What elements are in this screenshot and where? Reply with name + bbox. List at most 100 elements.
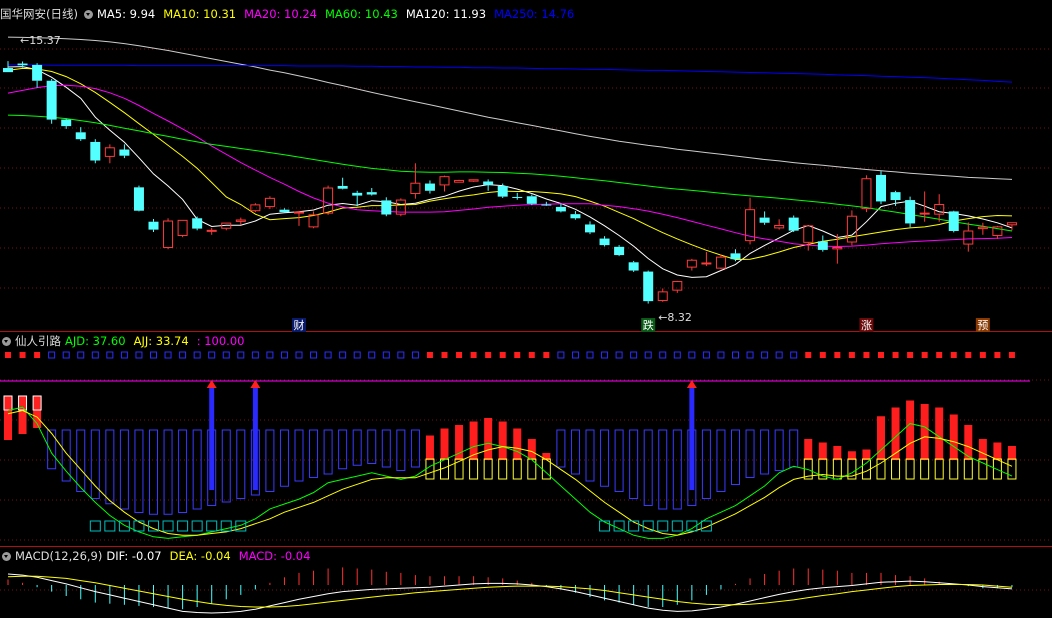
xrxl-bar xyxy=(658,429,668,510)
signal-square xyxy=(965,352,972,358)
signal-square xyxy=(775,351,783,359)
signal-square xyxy=(251,351,259,359)
candle-body xyxy=(686,259,697,268)
signal-square xyxy=(48,351,56,359)
xrxl-bar-base xyxy=(905,458,915,480)
dropdown-icon[interactable] xyxy=(2,337,11,346)
signal-square xyxy=(557,351,565,359)
ma-line-ma60 xyxy=(7,114,1013,232)
candle xyxy=(148,218,159,233)
xrxl-bar xyxy=(498,421,507,460)
xrxl-bar-base xyxy=(454,458,464,480)
xrxl-bar xyxy=(701,429,711,499)
signal-square xyxy=(543,352,550,358)
xrxl-bar xyxy=(513,428,522,460)
candle-body xyxy=(3,68,13,73)
chart-canvas[interactable]: ←15.37 ←8.32 财 跌 涨 预 xyxy=(0,0,1052,614)
candle-body xyxy=(512,196,523,198)
signal-square xyxy=(441,352,448,358)
xrxl-bar xyxy=(309,429,319,478)
candle-body xyxy=(730,253,741,260)
candle-body xyxy=(643,271,654,302)
xrxl-bar xyxy=(527,439,536,460)
candle-body xyxy=(963,230,974,245)
candle xyxy=(381,197,392,217)
candle-body xyxy=(599,238,610,246)
event-marker: 财 xyxy=(294,318,305,332)
stock-chart[interactable]: ←15.37 ←8.32 财 跌 涨 预 国华网安(日线) MA5: 9.94 MA10: 1… xyxy=(0,0,1052,614)
signal-square xyxy=(368,351,376,359)
candle xyxy=(468,179,479,182)
candle xyxy=(439,175,450,192)
signal-square xyxy=(878,352,884,358)
xrxl-bar-base xyxy=(876,458,886,480)
signal-square xyxy=(499,352,506,358)
signal-square xyxy=(456,352,463,358)
candle xyxy=(206,227,217,235)
candle-body xyxy=(497,185,508,197)
signal-square xyxy=(19,352,26,358)
signal-square xyxy=(790,351,798,359)
xrxl-bar xyxy=(614,429,624,492)
xrxl-bar-base xyxy=(425,458,435,480)
xrxl-bar xyxy=(745,429,755,478)
candle-body xyxy=(61,119,72,127)
signal-square xyxy=(630,351,638,359)
xrxl-title: 仙人引路 xyxy=(15,334,61,348)
low-price-label: ←8.32 xyxy=(658,311,692,324)
candle xyxy=(323,185,334,215)
candle xyxy=(177,219,188,238)
signal-square xyxy=(659,351,667,359)
candle xyxy=(803,225,814,251)
signal-arrow-shaft xyxy=(209,386,215,490)
indicator-label: MA250: 14.76 xyxy=(494,7,575,21)
candle-body xyxy=(890,192,901,201)
signal-square xyxy=(805,352,812,358)
xrxl-bar xyxy=(192,429,202,510)
candle-body xyxy=(235,219,246,222)
candle xyxy=(963,222,974,252)
dropdown-icon[interactable] xyxy=(83,10,93,19)
signal-square xyxy=(382,351,390,359)
candle xyxy=(876,171,886,205)
xrxl-bar xyxy=(338,429,348,470)
candle-body xyxy=(876,174,886,202)
candle-body xyxy=(163,220,174,249)
signal-square xyxy=(324,351,332,359)
oversold-box xyxy=(191,520,203,532)
candle xyxy=(366,188,377,196)
xrxl-bar xyxy=(804,439,813,460)
candle xyxy=(221,222,232,231)
xrxl-bar xyxy=(600,429,610,487)
xrxl-bar xyxy=(236,429,246,499)
xrxl-bar xyxy=(643,429,653,506)
ma-line-ma120 xyxy=(7,36,1013,180)
xrxl-bar-base xyxy=(483,458,493,480)
indicator-label: MA20: 10.24 xyxy=(244,7,317,21)
dropdown-icon[interactable] xyxy=(2,552,11,561)
xrxl-bar xyxy=(818,442,827,460)
xrxl-bar xyxy=(425,435,434,460)
candle xyxy=(861,175,872,213)
xrxl-bar xyxy=(76,429,86,492)
signal-square xyxy=(601,351,609,359)
candle-body xyxy=(323,187,334,214)
event-marker: 涨 xyxy=(861,319,872,332)
xrxl-bar xyxy=(906,400,915,460)
signal-square xyxy=(834,352,841,358)
signal-square xyxy=(688,351,696,359)
candle xyxy=(846,210,857,246)
signal-square xyxy=(222,351,230,359)
ma-line-ma10 xyxy=(7,67,1013,261)
oversold-box xyxy=(700,520,712,532)
candle-body xyxy=(657,291,668,301)
xrxl-bar xyxy=(61,429,71,482)
main-panel-header: 国华网安(日线) MA5: 9.94 MA10: 10.31 MA20: 10.24 M… xyxy=(0,6,586,22)
candle-body xyxy=(279,209,290,213)
candle-body xyxy=(454,179,465,183)
signal-square xyxy=(950,352,957,358)
signal-arrow-shaft xyxy=(689,386,695,490)
xrxl-bar xyxy=(484,418,493,460)
xrxl-bar xyxy=(978,439,987,460)
candle xyxy=(759,211,770,225)
